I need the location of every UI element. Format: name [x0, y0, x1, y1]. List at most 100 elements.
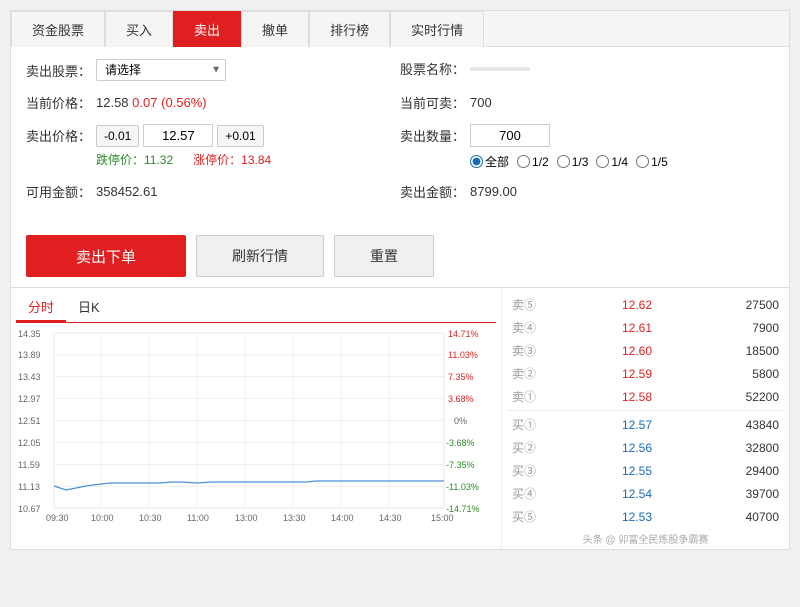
- ask-row-2: 卖② 12.59 5800: [507, 362, 784, 385]
- svg-text:10:00: 10:00: [91, 513, 114, 523]
- sell-amount-value: 8799.00: [470, 184, 517, 199]
- stock-select[interactable]: 请选择: [96, 59, 226, 81]
- fraction-radio-group: 全部 1/2 1/3 1/4 1/5: [470, 153, 668, 170]
- ask1-vol: 52200: [734, 390, 779, 404]
- svg-text:12.51: 12.51: [18, 416, 41, 426]
- svg-text:14.71%: 14.71%: [448, 329, 479, 339]
- watermark: 头条 @ 卯富全民炼股争霸赛: [507, 528, 784, 549]
- svg-text:10.67: 10.67: [18, 504, 41, 514]
- decrease-price-btn[interactable]: -0.01: [96, 125, 139, 147]
- limit-up-hint: 涨停价：13.84: [193, 151, 271, 168]
- bid2-price: 12.56: [615, 441, 660, 455]
- radio-half[interactable]: 1/2: [517, 155, 549, 169]
- svg-text:14:30: 14:30: [379, 513, 402, 523]
- ask4-label: 卖④: [512, 319, 540, 336]
- bid3-vol: 29400: [734, 464, 779, 478]
- svg-text:13:30: 13:30: [283, 513, 306, 523]
- refresh-button[interactable]: 刷新行情: [196, 235, 324, 277]
- price-change-pct: (0.56%): [161, 95, 207, 110]
- ask2-vol: 5800: [734, 367, 779, 381]
- svg-text:7.35%: 7.35%: [448, 372, 474, 382]
- svg-text:11.13: 11.13: [18, 482, 40, 492]
- current-price: 12.58: [96, 95, 129, 110]
- chart-tabs: 分时 日K: [16, 293, 496, 323]
- stock-select-wrapper: 请选择: [96, 59, 226, 81]
- ask4-vol: 7900: [734, 321, 779, 335]
- radio-quarter[interactable]: 1/4: [596, 155, 628, 169]
- svg-text:12.97: 12.97: [18, 394, 41, 404]
- reset-button[interactable]: 重置: [334, 235, 434, 277]
- ask-row-4: 卖④ 12.61 7900: [507, 316, 784, 339]
- svg-text:13:00: 13:00: [235, 513, 258, 523]
- bid1-vol: 43840: [734, 418, 779, 432]
- tab-cancel[interactable]: 撤单: [241, 11, 309, 47]
- available-stock-value: 700: [470, 95, 492, 110]
- sell-price-input[interactable]: [143, 124, 213, 147]
- tab-realtime[interactable]: 实时行情: [390, 11, 484, 47]
- ask5-price: 12.62: [615, 298, 660, 312]
- stop-loss-hint: 跌停价：11.32: [96, 151, 173, 168]
- ask3-vol: 18500: [734, 344, 779, 358]
- bid5-vol: 40700: [734, 510, 779, 524]
- available-stock-label: 当前可卖：: [400, 93, 470, 112]
- sell-order-button[interactable]: 卖出下单: [26, 235, 186, 277]
- available-amount-value: 358452.61: [96, 184, 157, 199]
- svg-text:15:00: 15:00: [431, 513, 454, 523]
- ask-row-5: 卖⑤ 12.62 27500: [507, 293, 784, 316]
- bid5-price: 12.53: [615, 510, 660, 524]
- ask2-price: 12.59: [615, 367, 660, 381]
- bid1-price: 12.57: [615, 418, 660, 432]
- svg-text:11.59: 11.59: [18, 460, 40, 470]
- chart-tab-intraday[interactable]: 分时: [16, 293, 66, 322]
- tab-capital[interactable]: 资金股票: [11, 11, 105, 47]
- increase-price-btn[interactable]: +0.01: [217, 125, 263, 147]
- bid5-label: 买⑤: [512, 508, 540, 525]
- radio-all[interactable]: 全部: [470, 153, 509, 170]
- orderbook: 卖⑤ 12.62 27500 卖④ 12.61 7900 卖③ 12.60 18…: [501, 288, 789, 549]
- radio-third[interactable]: 1/3: [557, 155, 589, 169]
- ask5-label: 卖⑤: [512, 296, 540, 313]
- svg-text:12.05: 12.05: [18, 438, 41, 448]
- bid-row-1: 买① 12.57 43840: [507, 413, 784, 436]
- sell-amount-label: 卖出金额：: [400, 182, 470, 201]
- bottom-area: 分时 日K .grid { stroke: #e0e0e0; stroke-wi…: [11, 287, 789, 549]
- bid3-label: 买③: [512, 462, 540, 479]
- ask-row-1: 卖① 12.58 52200: [507, 385, 784, 408]
- tab-buy[interactable]: 买入: [105, 11, 173, 47]
- bid-row-4: 买④ 12.54 39700: [507, 482, 784, 505]
- main-tabs: 资金股票 买入 卖出 撤单 排行榜 实时行情: [11, 11, 789, 47]
- bid2-vol: 32800: [734, 441, 779, 455]
- bid4-label: 买④: [512, 485, 540, 502]
- sell-qty-label: 卖出数量：: [400, 126, 470, 145]
- chart-tab-dayk[interactable]: 日K: [66, 293, 112, 322]
- svg-text:-11.03%: -11.03%: [446, 482, 479, 492]
- radio-fifth[interactable]: 1/5: [636, 155, 668, 169]
- svg-text:13.43: 13.43: [18, 372, 41, 382]
- bid4-vol: 39700: [734, 487, 779, 501]
- svg-text:3.68%: 3.68%: [448, 394, 474, 404]
- chart-svg: .grid { stroke: #e0e0e0; stroke-width: 0…: [16, 328, 496, 528]
- bid3-price: 12.55: [615, 464, 660, 478]
- ask3-label: 卖③: [512, 342, 540, 359]
- sell-qty-input[interactable]: [470, 124, 550, 147]
- bid4-price: 12.54: [615, 487, 660, 501]
- ask2-label: 卖②: [512, 365, 540, 382]
- action-buttons: 卖出下单 刷新行情 重置: [26, 235, 774, 277]
- price-change: 0.07: [132, 95, 157, 110]
- ask3-price: 12.60: [615, 344, 660, 358]
- tab-sell[interactable]: 卖出: [173, 11, 241, 47]
- ask1-label: 卖①: [512, 388, 540, 405]
- sell-price-label: 卖出价格：: [26, 126, 96, 145]
- svg-text:-3.68%: -3.68%: [446, 438, 475, 448]
- available-amount-label: 可用金额：: [26, 182, 96, 201]
- ask1-price: 12.58: [615, 390, 660, 404]
- svg-text:13.89: 13.89: [18, 350, 41, 360]
- chart-section: 分时 日K .grid { stroke: #e0e0e0; stroke-wi…: [11, 288, 501, 549]
- stock-name-label: 股票名称：: [400, 59, 470, 78]
- current-price-label: 当前价格：: [26, 93, 96, 112]
- tab-ranking[interactable]: 排行榜: [309, 11, 390, 47]
- svg-text:-7.35%: -7.35%: [446, 460, 475, 470]
- ob-mid-divider: [507, 410, 784, 411]
- sell-form: 卖出股票： 请选择 股票名称： 当前价格：: [11, 47, 789, 225]
- sell-stock-label: 卖出股票：: [26, 61, 96, 80]
